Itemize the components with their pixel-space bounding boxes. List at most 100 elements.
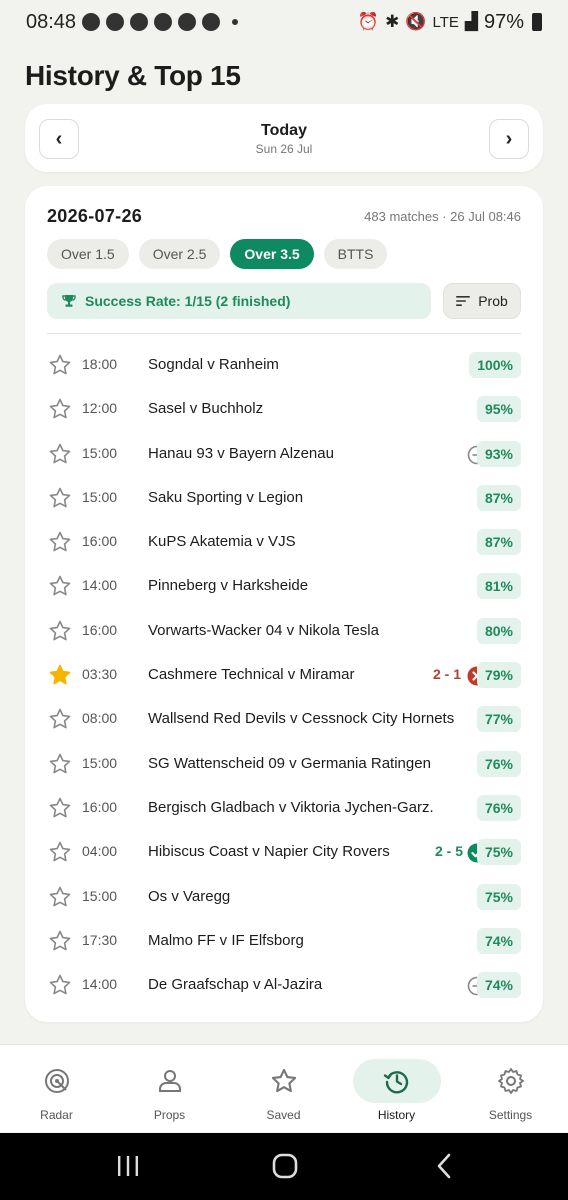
match-time: 16:00 — [82, 621, 118, 638]
check-notification-icon — [202, 13, 221, 31]
date-navigator: ‹ Today Sun 26 Jul › — [25, 104, 543, 172]
history-icon — [383, 1071, 408, 1094]
star-outline-icon[interactable] — [48, 929, 72, 953]
star-filled-icon[interactable] — [48, 663, 72, 687]
match-row[interactable]: 17:30 Malmo FF v IF Elfsborg 74% — [25, 919, 543, 963]
star-outline-icon[interactable] — [48, 752, 72, 776]
match-score: 2 - 1 — [432, 666, 461, 683]
tab-btts[interactable]: BTTS — [323, 239, 388, 269]
match-time: 16:00 — [82, 798, 118, 815]
success-rate-banner: Success Rate: 1/15 (2 finished) — [47, 283, 431, 319]
match-score: 2 - 5 — [434, 843, 463, 860]
match-name: KuPS Akatemia v VJS — [148, 533, 296, 551]
match-row[interactable]: 15:00 SG Wattenscheid 09 v Germania Ratin… — [25, 742, 543, 786]
probability-badge: 81% — [476, 573, 521, 600]
match-name: Bergisch Gladbach v Viktoria Jychen-Garz… — [148, 798, 434, 816]
star-outline-icon[interactable] — [48, 885, 72, 909]
home-icon[interactable] — [270, 1151, 300, 1181]
nav-saved[interactable]: Saved — [227, 1045, 340, 1133]
star-outline-icon[interactable] — [48, 486, 72, 510]
summary-date: 2026-07-26 — [47, 206, 143, 226]
nav-label-settings: Settings — [488, 1108, 533, 1122]
match-row[interactable]: 14:00 Pinneberg v Harksheide 81% — [25, 564, 543, 608]
nav-label-saved: Saved — [266, 1108, 301, 1122]
match-name: Sasel v Buchholz — [148, 400, 264, 418]
battery-icon — [532, 13, 542, 31]
probability-badge: 74% — [476, 972, 521, 999]
match-row[interactable]: 16:00 Vorwarts-Wacker 04 v Nikola Tesla 80… — [25, 609, 543, 653]
star-outline-icon[interactable] — [48, 530, 72, 554]
match-row[interactable]: 14:00 De Graafschap v Al-Jazira 74% — [25, 963, 543, 1007]
match-row[interactable]: 08:00 Wallsend Red Devils v Cessnock City… — [25, 697, 543, 741]
tab-over-3-5[interactable]: Over 3.5 — [230, 239, 314, 269]
alarm-icon: ⏰ — [357, 12, 380, 31]
match-name: Wallsend Red Devils v Cessnock City Horn… — [148, 710, 455, 728]
tab-over-2-5[interactable]: Over 2.5 — [138, 239, 221, 269]
star-outline-icon[interactable] — [48, 619, 72, 643]
system-navigation-bar — [0, 1133, 568, 1200]
gear-icon — [497, 1068, 524, 1094]
nav-label-history: History — [377, 1108, 416, 1122]
match-name: Hanau 93 v Bayern Alzenau — [148, 444, 334, 462]
tab-over-1-5[interactable]: Over 1.5 — [47, 239, 129, 269]
success-rate-text: Success Rate: 1/15 (2 finished) — [85, 293, 291, 309]
star-icon — [271, 1068, 296, 1093]
messages-icon — [106, 13, 125, 31]
probability-badge: 87% — [476, 484, 521, 511]
nav-settings[interactable]: Settings — [454, 1045, 567, 1133]
nav-radar[interactable]: Radar — [0, 1045, 113, 1133]
next-day-button[interactable]: › — [489, 119, 529, 159]
probability-badge: 75% — [476, 839, 521, 866]
summary-meta: 483 matches · 26 Jul 08:46 — [364, 209, 521, 224]
nav-label-props: Props — [153, 1108, 186, 1122]
market-tabs: Over 1.5 Over 2.5 Over 3.5 BTTS — [47, 239, 388, 269]
match-time: 03:30 — [82, 666, 118, 683]
match-row[interactable]: 16:00 KuPS Akatemia v VJS 87% — [25, 520, 543, 564]
match-row[interactable]: 12:00 Sasel v Buchholz 95% — [25, 387, 543, 431]
more-notifications-icon — [232, 19, 239, 25]
star-outline-icon[interactable] — [48, 397, 72, 421]
match-row[interactable]: 04:00 Hibiscus Coast v Napier City Rovers… — [25, 830, 543, 874]
match-name: Hibiscus Coast v Napier City Rovers — [148, 843, 390, 861]
bluetooth-icon: ✱ — [385, 12, 400, 31]
match-time: 04:00 — [82, 843, 118, 860]
match-row[interactable]: 15:00 Os v Varegg 75% — [25, 875, 543, 919]
recent-apps-icon[interactable] — [113, 1151, 143, 1181]
star-outline-icon[interactable] — [48, 574, 72, 598]
date-display: Today Sun 26 Jul — [25, 122, 543, 156]
battery-percent: 97% — [483, 10, 524, 33]
nav-history[interactable]: History — [340, 1045, 453, 1133]
facebook-icon — [130, 13, 149, 31]
match-row[interactable]: 15:00 Saku Sporting v Legion 87% — [25, 476, 543, 520]
probability-badge: 74% — [476, 927, 521, 954]
probability-badge: 79% — [476, 662, 521, 689]
match-name: Cashmere Technical v Miramar — [148, 666, 355, 684]
star-outline-icon[interactable] — [48, 442, 72, 466]
match-name: De Graafschap v Al-Jazira — [148, 976, 323, 994]
match-time: 14:00 — [82, 976, 118, 993]
match-row[interactable]: 18:00 Sogndal v Ranheim 100% — [25, 343, 543, 387]
match-name: Vorwarts-Wacker 04 v Nikola Tesla — [148, 621, 379, 639]
messenger-icon — [178, 13, 197, 31]
star-outline-icon[interactable] — [48, 796, 72, 820]
match-name: Malmo FF v IF Elfsborg — [148, 931, 304, 949]
probability-badge: 76% — [476, 750, 521, 777]
star-outline-icon[interactable] — [48, 353, 72, 377]
match-list: 18:00 Sogndal v Ranheim 100% 12:00 Sasel v B… — [25, 343, 543, 1007]
back-icon[interactable] — [430, 1151, 460, 1181]
sort-prob-button[interactable]: Prob — [443, 283, 521, 319]
star-outline-icon[interactable] — [48, 840, 72, 864]
match-time: 15:00 — [82, 488, 118, 505]
nav-props[interactable]: Props — [113, 1045, 226, 1133]
match-name: SG Wattenscheid 09 v Germania Ratingen — [148, 754, 431, 772]
probability-badge: 80% — [476, 617, 521, 644]
chevron-right-icon: › — [505, 127, 513, 150]
star-outline-icon[interactable] — [48, 707, 72, 731]
date-label: Today — [261, 122, 307, 139]
match-row[interactable]: 15:00 Hanau 93 v Bayern Alzenau 93% — [25, 432, 543, 476]
bottom-navigation: Radar Props Saved History Settings — [0, 1044, 568, 1132]
match-name: Os v Varegg — [148, 887, 231, 905]
star-outline-icon[interactable] — [48, 973, 72, 997]
match-row[interactable]: 16:00 Bergisch Gladbach v Viktoria Jychen… — [25, 786, 543, 830]
match-row[interactable]: 03:30 Cashmere Technical v Miramar 2 - 1 79… — [25, 653, 543, 697]
